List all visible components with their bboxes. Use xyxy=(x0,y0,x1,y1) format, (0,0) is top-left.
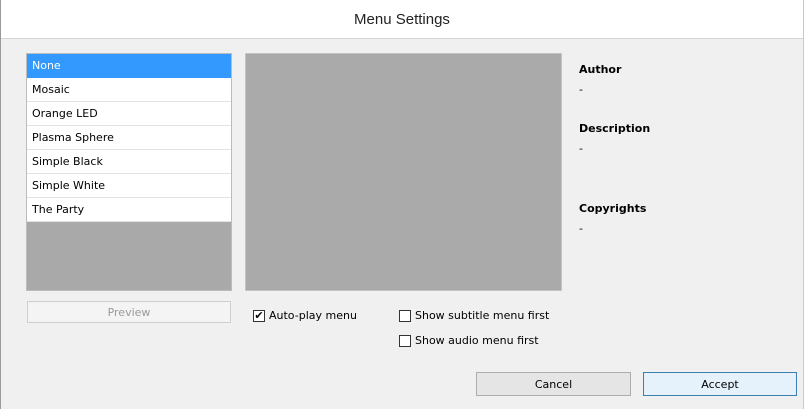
audio-first-checkbox[interactable] xyxy=(399,334,411,347)
author-label: Author xyxy=(579,63,622,76)
subtitle-first-option[interactable]: Show subtitle menu first xyxy=(399,309,549,322)
audio-first-label: Show audio menu first xyxy=(415,334,539,347)
list-item-simple-white[interactable]: Simple White xyxy=(27,174,231,198)
accept-button[interactable]: Accept xyxy=(643,372,797,396)
title-bar: Menu Settings xyxy=(1,0,803,39)
description-value: - xyxy=(579,142,583,155)
preview-button[interactable]: Preview xyxy=(27,301,231,323)
audio-first-option[interactable]: Show audio menu first xyxy=(399,334,539,347)
copyrights-label: Copyrights xyxy=(579,202,647,215)
list-item-plasma-sphere[interactable]: Plasma Sphere xyxy=(27,126,231,150)
menu-preview-pane xyxy=(245,53,562,291)
menu-settings-window: Menu Settings None Mosaic Orange LED Pla… xyxy=(0,0,804,409)
list-item-the-party[interactable]: The Party xyxy=(27,198,231,222)
list-item-none[interactable]: None xyxy=(27,54,231,78)
autoplay-option[interactable]: ✔ Auto-play menu xyxy=(253,309,357,322)
description-label: Description xyxy=(579,122,651,135)
author-value: - xyxy=(579,83,583,96)
autoplay-label: Auto-play menu xyxy=(269,309,357,322)
list-item-simple-black[interactable]: Simple Black xyxy=(27,150,231,174)
window-title: Menu Settings xyxy=(354,10,450,28)
cancel-button[interactable]: Cancel xyxy=(476,372,631,396)
copyrights-value: - xyxy=(579,222,583,235)
list-item-mosaic[interactable]: Mosaic xyxy=(27,78,231,102)
list-item-orange-led[interactable]: Orange LED xyxy=(27,102,231,126)
subtitle-first-checkbox[interactable] xyxy=(399,309,411,322)
menu-style-list[interactable]: None Mosaic Orange LED Plasma Sphere Sim… xyxy=(26,53,232,291)
autoplay-checkbox[interactable]: ✔ xyxy=(253,309,265,322)
subtitle-first-label: Show subtitle menu first xyxy=(415,309,550,322)
